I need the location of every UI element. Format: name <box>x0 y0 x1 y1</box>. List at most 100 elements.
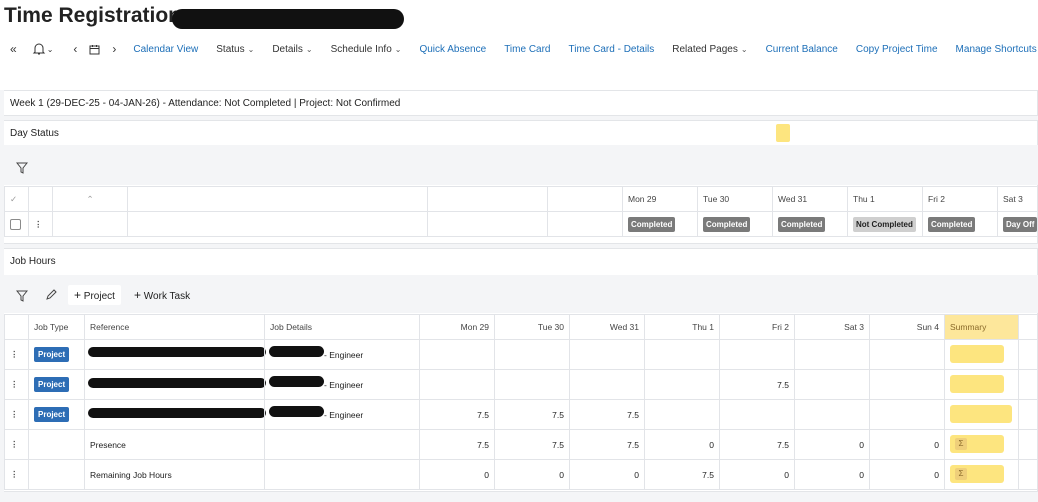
calendar-view-button[interactable]: Calendar View <box>124 44 207 55</box>
chevron-down-icon[interactable]: ⌄ <box>47 39 54 59</box>
more-options-icon[interactable]: ⋮ <box>34 219 43 229</box>
status-badge: Completed <box>928 216 976 232</box>
column-header[interactable]: Tue 30 <box>494 314 570 340</box>
column-header[interactable]: Job Type <box>28 314 85 340</box>
summary-column-header[interactable]: Summary <box>944 314 1019 340</box>
hours-cell: 7.5 <box>494 429 570 460</box>
select-all-check[interactable]: ✓ <box>4 186 29 212</box>
sort-column-header[interactable]: ⌃ <box>52 186 128 212</box>
column-header[interactable]: Sun 4 <box>869 314 945 340</box>
toolbar: « ⌄ ‹ › Calendar View Status ⌄ Details ⌄ S… <box>0 34 1038 64</box>
row-actions[interactable]: ⋮ <box>4 369 29 400</box>
quick-absence-button[interactable]: Quick Absence <box>410 44 495 55</box>
hours-cell[interactable]: 7.5 <box>569 399 645 430</box>
related-pages-menu[interactable]: Related Pages ⌄ <box>663 44 756 55</box>
hours-cell: 0 <box>869 429 945 460</box>
hours-cell[interactable] <box>644 369 720 400</box>
column-header[interactable]: Mon 29 <box>419 314 495 340</box>
row-actions[interactable]: ⋮ <box>28 211 53 237</box>
add-work-task-button[interactable]: + Work Task <box>128 285 196 305</box>
reference-cell <box>84 369 265 400</box>
row-actions[interactable]: ⋮ <box>4 459 29 490</box>
hours-cell[interactable] <box>569 339 645 370</box>
chevron-down-icon: ⌄ <box>305 44 313 54</box>
hours-cell[interactable] <box>794 399 870 430</box>
column-header[interactable]: Reference <box>84 314 265 340</box>
hours-cell[interactable] <box>719 339 795 370</box>
header-cell <box>127 186 428 212</box>
hours-cell[interactable] <box>419 369 495 400</box>
add-work-task-label: Work Task <box>143 291 191 302</box>
hours-cell[interactable]: 7.5 <box>419 399 495 430</box>
hours-cell: 7.5 <box>569 429 645 460</box>
more-options-icon[interactable]: ⋮ <box>10 409 19 419</box>
more-options-icon[interactable]: ⋮ <box>10 379 19 389</box>
calendar-icon[interactable] <box>89 39 100 59</box>
job-hours-table: Job Type Reference Job Details Mon 29 Tu… <box>4 314 1038 490</box>
more-options-icon[interactable]: ⋮ <box>10 349 19 359</box>
hours-cell[interactable] <box>644 399 720 430</box>
hours-cell[interactable]: 7.5 <box>494 399 570 430</box>
column-header[interactable]: Wed 31 <box>569 314 645 340</box>
status-menu[interactable]: Status ⌄ <box>207 44 263 55</box>
status-badge: Completed <box>778 216 826 232</box>
hours-cell[interactable] <box>869 399 945 430</box>
hours-cell[interactable] <box>794 339 870 370</box>
hours-cell[interactable] <box>419 339 495 370</box>
more-options-icon[interactable]: ⋮ <box>10 469 19 479</box>
bell-icon[interactable] <box>31 39 47 59</box>
filter-icon[interactable] <box>15 289 29 307</box>
hours-cell[interactable] <box>869 369 945 400</box>
hours-cell[interactable] <box>869 339 945 370</box>
reference-cell: Presence <box>84 429 265 460</box>
hours-cell[interactable] <box>494 339 570 370</box>
hours-cell[interactable] <box>494 369 570 400</box>
hours-cell[interactable] <box>719 399 795 430</box>
row-actions[interactable]: ⋮ <box>4 429 29 460</box>
hours-cell[interactable] <box>644 339 720 370</box>
manage-shortcuts-button[interactable]: Manage Shortcuts <box>947 44 1038 55</box>
hours-cell: 0 <box>419 459 495 490</box>
current-balance-button[interactable]: Current Balance <box>757 44 847 55</box>
row-actions[interactable]: ⋮ <box>4 339 29 370</box>
status-badge: Completed <box>703 216 751 232</box>
plus-icon: + <box>134 288 142 302</box>
chevron-down-icon: ⌄ <box>247 44 255 54</box>
hours-cell: 0 <box>719 459 795 490</box>
table-cell <box>127 211 428 237</box>
row-checkbox[interactable] <box>10 218 21 230</box>
status-cell: Completed <box>772 211 848 237</box>
summary-highlight: Σ <box>950 434 1004 453</box>
job-row: ⋮ Project - Engineer 7.5 7.5 7.5 <box>4 399 1038 430</box>
hours-cell[interactable] <box>794 369 870 400</box>
time-card-button[interactable]: Time Card <box>495 44 559 55</box>
collapse-left-icon[interactable]: « <box>10 39 17 59</box>
sigma-icon[interactable]: Σ <box>955 467 967 480</box>
filter-icon[interactable] <box>15 161 29 179</box>
schedule-info-menu[interactable]: Schedule Info ⌄ <box>322 44 411 55</box>
day-header: Sat 3 <box>997 186 1038 212</box>
column-header[interactable]: Job Details <box>264 314 420 340</box>
details-menu[interactable]: Details ⌄ <box>263 44 321 55</box>
next-icon[interactable]: › <box>112 39 116 59</box>
column-header[interactable]: Fri 2 <box>719 314 795 340</box>
edit-icon[interactable] <box>45 288 57 306</box>
row-select[interactable] <box>4 211 29 237</box>
previous-icon[interactable]: ‹ <box>73 39 77 59</box>
row-actions[interactable]: ⋮ <box>4 399 29 430</box>
add-project-button[interactable]: + Project <box>68 285 121 305</box>
hours-cell[interactable] <box>569 369 645 400</box>
job-hours-header-row: Job Type Reference Job Details Mon 29 Tu… <box>4 314 1038 340</box>
more-options-icon[interactable]: ⋮ <box>10 439 19 449</box>
title-bar: Time Registration <box>0 0 1038 34</box>
time-card-details-button[interactable]: Time Card - Details <box>560 44 664 55</box>
highlight-marker <box>776 124 790 142</box>
hours-cell[interactable]: 7.5 <box>719 369 795 400</box>
status-cell: Completed <box>922 211 998 237</box>
sigma-icon[interactable]: Σ <box>955 437 967 450</box>
column-header[interactable]: Thu 1 <box>644 314 720 340</box>
copy-project-time-button[interactable]: Copy Project Time <box>847 44 947 55</box>
sort-icon: ⌃ <box>86 193 94 204</box>
column-header[interactable]: Sat 3 <box>794 314 870 340</box>
summary-cell <box>944 399 1019 430</box>
